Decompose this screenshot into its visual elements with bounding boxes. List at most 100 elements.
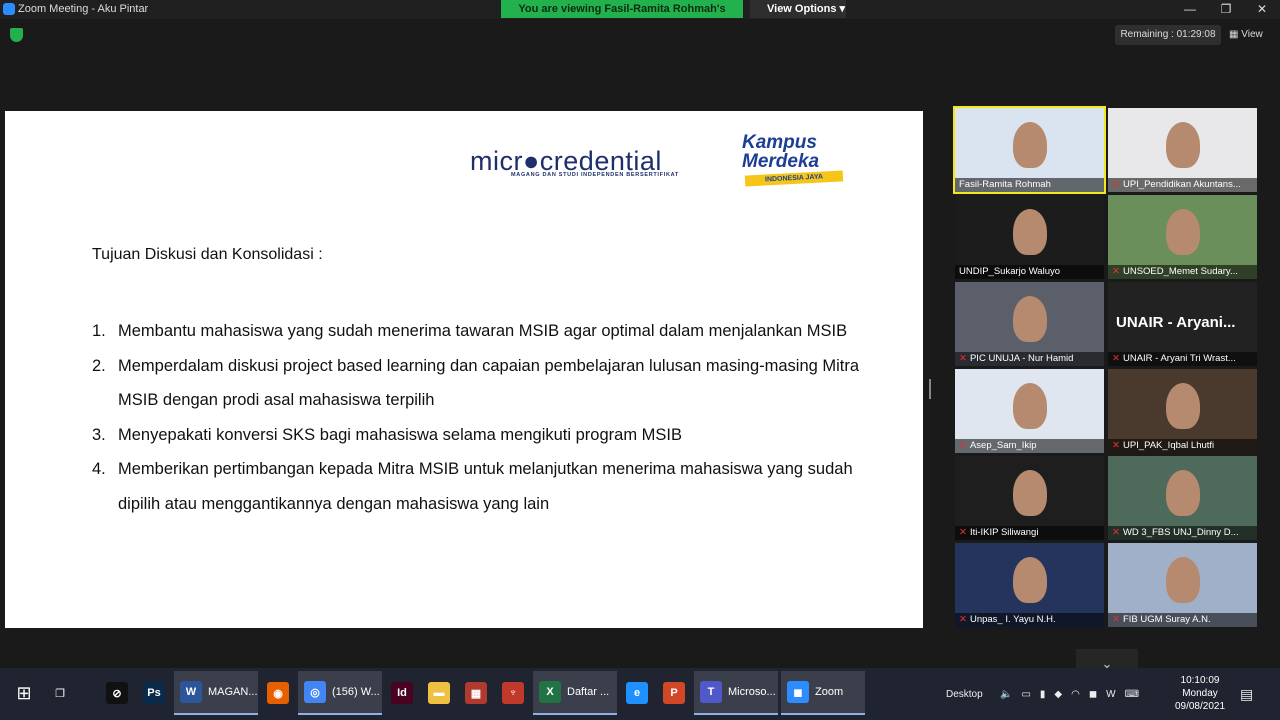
microcredential-subtitle: MAGANG DAN STUDI INDEPENDEN BERSERTIFIKA… bbox=[511, 172, 679, 178]
panel-splitter-handle[interactable] bbox=[929, 379, 931, 399]
maximize-button[interactable]: ❐ bbox=[1208, 0, 1244, 19]
list-item: 4. Memberikan pertimbangan kepada Mitra M… bbox=[92, 452, 882, 521]
close-button[interactable]: ✕ bbox=[1244, 0, 1280, 19]
app-label: Zoom bbox=[815, 686, 844, 698]
taskbar-app[interactable]: ◎ (156) W... bbox=[298, 671, 382, 715]
participant-name: FIB UGM Suray A.N. bbox=[1122, 614, 1211, 625]
app-icon: ◉ bbox=[267, 682, 289, 704]
participant-name-label: ✕ UPI_PAK_Iqbal Lhutfi bbox=[1108, 439, 1257, 453]
list-number: 3. bbox=[92, 425, 106, 444]
participant-name: UPI_Pendidikan Akuntans... bbox=[1122, 179, 1241, 190]
participant-tile[interactable]: ✕ Unpas_ I. Yayu N.H. bbox=[955, 543, 1104, 627]
list-number: 1. bbox=[92, 322, 106, 340]
word-tray-icon[interactable]: W bbox=[1106, 689, 1115, 700]
list-text: Memberikan pertimbangan kepada Mitra MSI… bbox=[118, 460, 853, 513]
app-label: MAGAN... bbox=[208, 686, 258, 698]
clock-time: 10:10:09 bbox=[1180, 675, 1220, 686]
app-icon: P bbox=[663, 682, 685, 704]
participant-big-name: UNAIR - Aryani... bbox=[1116, 314, 1236, 331]
taskbar-app[interactable]: Id bbox=[385, 671, 419, 715]
remaining-time-badge: Remaining : 01:29:08 bbox=[1115, 25, 1221, 45]
view-options-button[interactable]: View Options ▾ bbox=[750, 0, 846, 18]
taskbar-app[interactable]: ◼ Zoom bbox=[781, 671, 865, 715]
security-shield-icon[interactable] bbox=[10, 28, 23, 42]
participant-name-label: Fasil-Ramita Rohmah bbox=[955, 178, 1104, 192]
participant-tile[interactable]: ✕ PIC UNUJA - Nur Hamid bbox=[955, 282, 1104, 366]
taskbar-app[interactable]: ♆ bbox=[496, 671, 530, 715]
participant-name-label: ✕ UNAIR - Aryani Tri Wrast... bbox=[1108, 352, 1257, 366]
app-icon: Id bbox=[391, 682, 413, 704]
app-label: (156) W... bbox=[332, 686, 380, 698]
slide-list: 1. Membantu mahasiswa yang sudah menerima… bbox=[92, 314, 882, 521]
participant-name-label: ✕ FIB UGM Suray A.N. bbox=[1108, 613, 1257, 627]
start-button[interactable]: ⊞ bbox=[4, 671, 44, 715]
list-number: 2. bbox=[92, 356, 106, 375]
participant-tile[interactable]: UNAIR - Aryani... ✕ UNAIR - Aryani Tri Wra… bbox=[1108, 282, 1257, 366]
zoom-tray-icon[interactable]: ◼ bbox=[1089, 689, 1097, 700]
app-icon: Ps bbox=[143, 682, 165, 704]
show-desktop-label[interactable]: Desktop bbox=[946, 668, 983, 720]
view-button[interactable]: ▦ View bbox=[1229, 25, 1273, 45]
participant-tile[interactable]: ✕ WD 3_FBS UNJ_Dinny D... bbox=[1108, 456, 1257, 540]
meeting-area: Remaining : 01:29:08 ▦ View micr●credent… bbox=[0, 19, 1280, 679]
participant-tile[interactable]: Fasil-Ramita Rohmah bbox=[953, 106, 1106, 194]
muted-mic-icon: ✕ bbox=[1112, 179, 1120, 190]
taskbar-app[interactable]: ▬ bbox=[422, 671, 456, 715]
participant-tile[interactable]: ✕ FIB UGM Suray A.N. bbox=[1108, 543, 1257, 627]
list-number: 4. bbox=[92, 460, 106, 478]
participant-tile[interactable]: ✕ UNSOED_Memet Sudary... bbox=[1108, 195, 1257, 279]
zoom-app-icon bbox=[3, 3, 15, 15]
kampus-logo-line1: Kampus bbox=[742, 132, 817, 153]
windows-logo-icon: ⊞ bbox=[16, 682, 32, 703]
taskbar-app[interactable]: W MAGAN... bbox=[174, 671, 258, 715]
taskbar-clock[interactable]: 10:10:09 Monday 09/08/2021 bbox=[1166, 674, 1234, 713]
taskbar-app[interactable]: T Microso... bbox=[694, 671, 778, 715]
network-icon[interactable]: ▭ bbox=[1021, 689, 1030, 700]
notifications-button[interactable]: ▤ bbox=[1240, 668, 1253, 720]
nvidia-icon[interactable]: ◆ bbox=[1054, 689, 1062, 700]
shared-screen-slide: micr●credential MAGANG DAN STUDI INDEPEN… bbox=[5, 111, 923, 628]
participant-name: Asep_Sam_Ikip bbox=[969, 440, 1037, 451]
app-icon: ◎ bbox=[304, 681, 326, 703]
participant-tile[interactable]: ✕ Iti-IKIP Siliwangi bbox=[955, 456, 1104, 540]
app-icon: ◼ bbox=[787, 681, 809, 703]
participant-tile[interactable]: ✕ UPI_PAK_Iqbal Lhutfi bbox=[1108, 369, 1257, 453]
participant-tile[interactable]: ✕ UPI_Pendidikan Akuntans... bbox=[1108, 108, 1257, 192]
taskbar-app[interactable]: P bbox=[657, 671, 691, 715]
muted-mic-icon: ✕ bbox=[959, 614, 967, 625]
wifi-icon[interactable]: ◠ bbox=[1071, 689, 1080, 700]
kampus-merdeka-logo: Kampus Merdeka bbox=[742, 133, 819, 171]
participant-tile[interactable]: UNDIP_Sukarjo Waluyo bbox=[955, 195, 1104, 279]
participant-name: UNSOED_Memet Sudary... bbox=[1122, 266, 1238, 277]
screen-share-banner: You are viewing Fasil-Ramita Rohmah's sc… bbox=[501, 0, 743, 33]
app-icon: ▬ bbox=[428, 682, 450, 704]
battery-icon[interactable]: ▮ bbox=[1040, 689, 1046, 700]
windows-taskbar: ⊞ ❐ ⊘ Ps W MAGAN... ◉ ◎ (156) W... Id ▬ ▦ ♆ X Daftar… bbox=[0, 668, 1280, 720]
taskbar-app[interactable]: ▦ bbox=[459, 671, 493, 715]
taskbar-app[interactable]: ◉ bbox=[261, 671, 295, 715]
participant-tile[interactable]: ✕ Asep_Sam_Ikip bbox=[955, 369, 1104, 453]
window-title: Zoom Meeting - Aku Pintar bbox=[18, 3, 149, 15]
participant-name-label: UNDIP_Sukarjo Waluyo bbox=[955, 265, 1104, 279]
taskbar-app[interactable]: Ps bbox=[137, 671, 171, 715]
participant-avatar bbox=[1013, 122, 1047, 168]
participant-name-label: ✕ UNSOED_Memet Sudary... bbox=[1108, 265, 1257, 279]
taskbar-app[interactable]: e bbox=[620, 671, 654, 715]
taskbar-app[interactable]: ⊘ bbox=[100, 671, 134, 715]
app-icon: W bbox=[180, 681, 202, 703]
participant-avatar bbox=[1013, 296, 1047, 342]
muted-mic-icon: ✕ bbox=[1112, 353, 1120, 364]
taskbar-app[interactable]: X Daftar ... bbox=[533, 671, 617, 715]
app-icon: ▦ bbox=[465, 682, 487, 704]
task-view-button[interactable]: ❐ bbox=[46, 671, 74, 715]
minimize-button[interactable]: — bbox=[1172, 0, 1208, 19]
speaker-icon[interactable]: 🔈 bbox=[1000, 689, 1012, 700]
participant-name: Iti-IKIP Siliwangi bbox=[969, 527, 1039, 538]
muted-mic-icon: ✕ bbox=[959, 353, 967, 364]
muted-mic-icon: ✕ bbox=[959, 440, 967, 451]
participant-name-label: ✕ UPI_Pendidikan Akuntans... bbox=[1108, 178, 1257, 192]
participant-avatar bbox=[1013, 383, 1047, 429]
keyboard-icon[interactable]: ⌨ bbox=[1125, 689, 1139, 700]
participant-name-label: ✕ Iti-IKIP Siliwangi bbox=[955, 526, 1104, 540]
app-icon: ⊘ bbox=[106, 682, 128, 704]
